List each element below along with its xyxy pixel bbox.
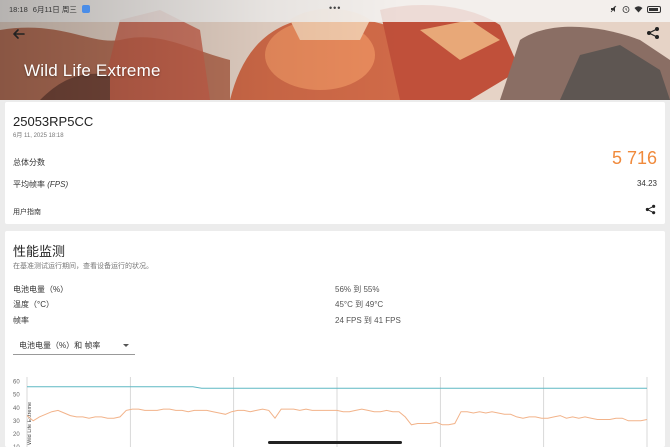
- score-value: 5 716: [611, 148, 657, 168]
- chart-vertical-label: Wild Life Extreme: [27, 402, 33, 445]
- y-tick-label: 40: [13, 406, 20, 412]
- chevron-down-icon: [123, 344, 129, 347]
- section-title: 性能监测: [13, 244, 66, 259]
- app-notification-icon: [81, 5, 90, 13]
- test-date: 6月 11, 2025 18:18: [13, 133, 64, 139]
- y-tick-label: 20: [13, 432, 20, 438]
- result-card: 25053RP5CC 6月 11, 2025 18:18 总体分数 5 716 …: [5, 102, 665, 224]
- status-date: 6月11日 周三: [32, 4, 77, 14]
- fps-value: 34.23: [636, 179, 657, 188]
- score-label: 总体分数: [13, 158, 45, 167]
- share-result-icon[interactable]: [645, 204, 656, 215]
- performance-chart: 605040302010Wild Life Extreme: [13, 377, 648, 447]
- temperature-label: 温度（°C）: [13, 300, 54, 309]
- back-arrow-icon[interactable]: [11, 26, 27, 42]
- temperature-value: 45°C 到 49°C: [335, 300, 384, 309]
- y-tick-label: 60: [13, 380, 20, 386]
- battery-value: 56% 到 55%: [335, 285, 380, 294]
- alarm-icon: [622, 6, 630, 13]
- chart-metric-dropdown[interactable]: 电池电量（%）和 帧率: [13, 337, 135, 355]
- status-time: 18:18: [9, 4, 28, 14]
- share-icon[interactable]: [646, 26, 660, 40]
- fps-label-row: 平均帧率 (FPS): [13, 179, 68, 190]
- home-indicator[interactable]: [268, 441, 402, 444]
- performance-monitor-card: 性能监测 在基准测试运行期间，查看设备运行的状况。 电池电量（%） 56% 到 …: [5, 231, 665, 447]
- status-bar: 18:18 6月11日 周三 •••: [0, 0, 670, 18]
- multitask-dots[interactable]: •••: [329, 3, 341, 13]
- mute-icon: [610, 5, 617, 13]
- section-description: 在基准测试运行期间，查看设备运行的状况。: [13, 263, 153, 270]
- fps-unit: (FPS): [47, 180, 69, 189]
- user-guide-link[interactable]: 用户指南: [13, 207, 41, 217]
- y-tick-label: 30: [13, 419, 20, 425]
- device-name: 25053RP5CC: [13, 114, 94, 129]
- page-title: Wild Life Extreme: [24, 61, 161, 80]
- framerate-label: 帧率: [13, 316, 29, 325]
- y-tick-label: 50: [13, 393, 20, 399]
- fps-label: 平均帧率: [13, 180, 45, 189]
- dropdown-selected: 电池电量（%）和 帧率: [19, 341, 101, 350]
- wifi-icon: [634, 6, 643, 13]
- framerate-value: 24 FPS 到 41 FPS: [335, 316, 401, 325]
- battery-icon: [647, 5, 661, 13]
- battery-label: 电池电量（%）: [13, 285, 69, 294]
